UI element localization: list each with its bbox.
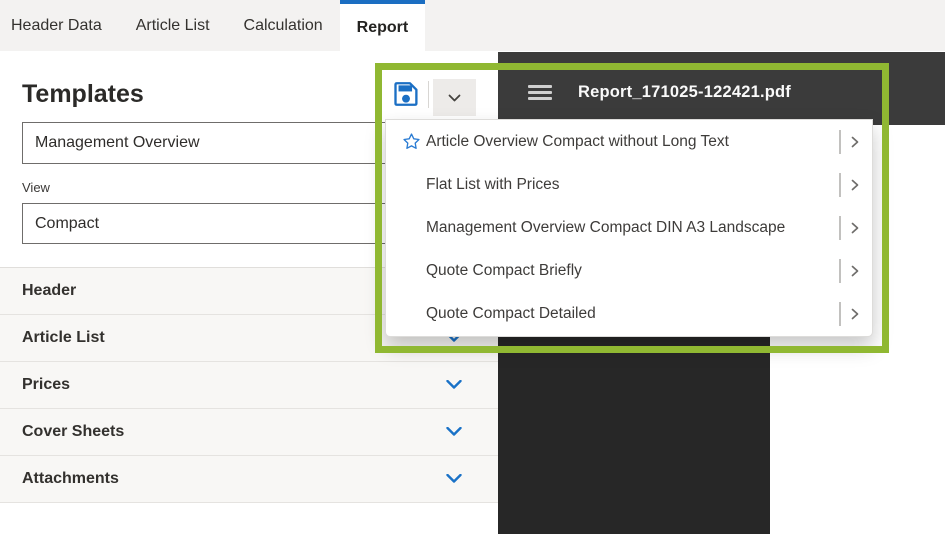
save-options-dropdown-button[interactable] (433, 79, 476, 116)
menu-item-label: Flat List with Prices (426, 176, 839, 194)
chevron-down-icon (446, 376, 462, 394)
page-title: Templates (22, 80, 144, 109)
pdf-document-title: Report_171025-122421.pdf (578, 83, 791, 102)
accordion-label: Prices (22, 376, 446, 394)
view-select-value: Compact (35, 215, 99, 233)
menu-item-divider (839, 302, 841, 326)
tab-article-list[interactable]: Article List (119, 0, 227, 51)
chevron-down-icon (446, 470, 462, 488)
menu-item-label: Article Overview Compact without Long Te… (426, 133, 839, 151)
chevron-right-icon[interactable] (851, 265, 859, 277)
menu-item-divider (839, 216, 841, 240)
chevron-right-icon[interactable] (851, 179, 859, 191)
floppy-disk-icon (392, 80, 420, 111)
chevron-right-icon[interactable] (851, 136, 859, 148)
accordion-label: Cover Sheets (22, 423, 446, 441)
menu-item-divider (839, 259, 841, 283)
accordion-label: Attachments (22, 470, 446, 488)
tab-header-data[interactable]: Header Data (0, 0, 119, 51)
tab-report[interactable]: Report (340, 0, 426, 51)
menu-item-label: Quote Compact Detailed (426, 305, 839, 323)
hamburger-icon[interactable] (528, 85, 552, 100)
menu-item-divider (839, 130, 841, 154)
save-template-button[interactable] (386, 75, 426, 115)
favorite-star-icon[interactable] (396, 132, 426, 151)
view-label: View (22, 180, 50, 195)
accordion-label: Header (22, 282, 446, 300)
menu-item-quote-detailed[interactable]: Quote Compact Detailed (386, 293, 872, 336)
menu-item-management-overview[interactable]: Management Overview Compact DIN A3 Lands… (386, 206, 872, 249)
chevron-down-icon (448, 90, 461, 105)
menu-item-quote-briefly[interactable]: Quote Compact Briefly (386, 250, 872, 293)
tab-calculation[interactable]: Calculation (227, 0, 340, 51)
menu-item-divider (839, 173, 841, 197)
chevron-down-icon (446, 423, 462, 441)
toolbar-divider (428, 81, 429, 108)
template-select-value: Management Overview (35, 134, 200, 152)
accordion-label: Article List (22, 329, 446, 347)
tab-bar: Header Data Article List Calculation Rep… (0, 0, 945, 51)
accordion-section-attachments[interactable]: Attachments (0, 456, 498, 503)
menu-item-label: Quote Compact Briefly (426, 262, 839, 280)
menu-item-article-overview[interactable]: Article Overview Compact without Long Te… (386, 120, 872, 163)
accordion-section-cover-sheets[interactable]: Cover Sheets (0, 409, 498, 456)
template-dropdown-menu: Article Overview Compact without Long Te… (385, 119, 873, 337)
pdf-viewer-titlebar: Report_171025-122421.pdf (498, 52, 945, 125)
chevron-right-icon[interactable] (851, 308, 859, 320)
accordion-section-prices[interactable]: Prices (0, 362, 498, 409)
menu-item-label: Management Overview Compact DIN A3 Lands… (426, 219, 839, 237)
menu-item-flat-list[interactable]: Flat List with Prices (386, 163, 872, 206)
chevron-right-icon[interactable] (851, 222, 859, 234)
